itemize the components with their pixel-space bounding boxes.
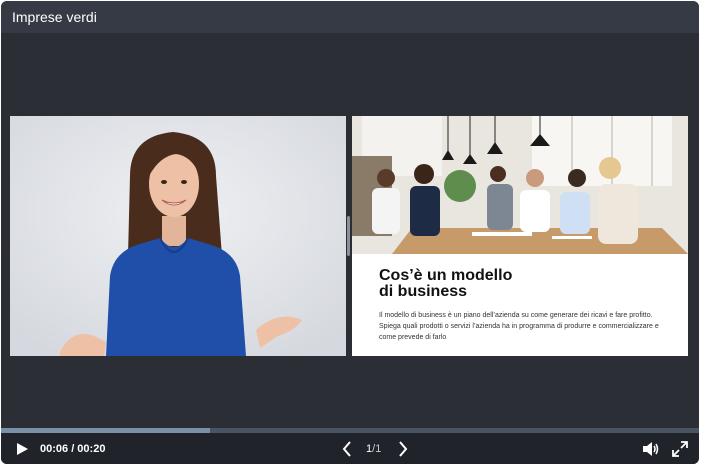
video-player: Imprese verdi Cos’è un modello di busine…: [1, 1, 699, 464]
slide-panel: Cos’è un modello di business Il modello …: [352, 116, 688, 356]
play-icon: [17, 442, 28, 455]
split-handle[interactable]: [347, 216, 350, 256]
chevron-left-icon: [342, 440, 351, 457]
presenter-video: [10, 116, 346, 356]
chevron-right-icon: [399, 440, 408, 457]
play-button[interactable]: [15, 433, 29, 464]
fullscreen-icon: [672, 440, 688, 457]
fullscreen-button[interactable]: [672, 433, 688, 464]
presenter-image: [10, 116, 346, 356]
slide-counter: 1 / 1: [366, 433, 381, 464]
volume-button[interactable]: [642, 433, 660, 464]
previous-slide-button[interactable]: [341, 433, 353, 464]
next-slide-button[interactable]: [397, 433, 409, 464]
window-title: Imprese verdi: [1, 1, 699, 33]
slide-counter-total: 1: [375, 442, 382, 455]
slide-body: Il modello di business è un piano dell’a…: [379, 312, 659, 341]
video-stage[interactable]: Cos’è un modello di business Il modello …: [1, 33, 699, 429]
time-display: 00:06 / 00:20: [40, 442, 106, 455]
office-meeting-image: [352, 116, 688, 254]
volume-icon: [643, 441, 659, 456]
slide-title: Cos’è un modello di business: [379, 267, 513, 300]
control-bar: 00:06 / 00:20 1 / 1: [1, 433, 699, 464]
